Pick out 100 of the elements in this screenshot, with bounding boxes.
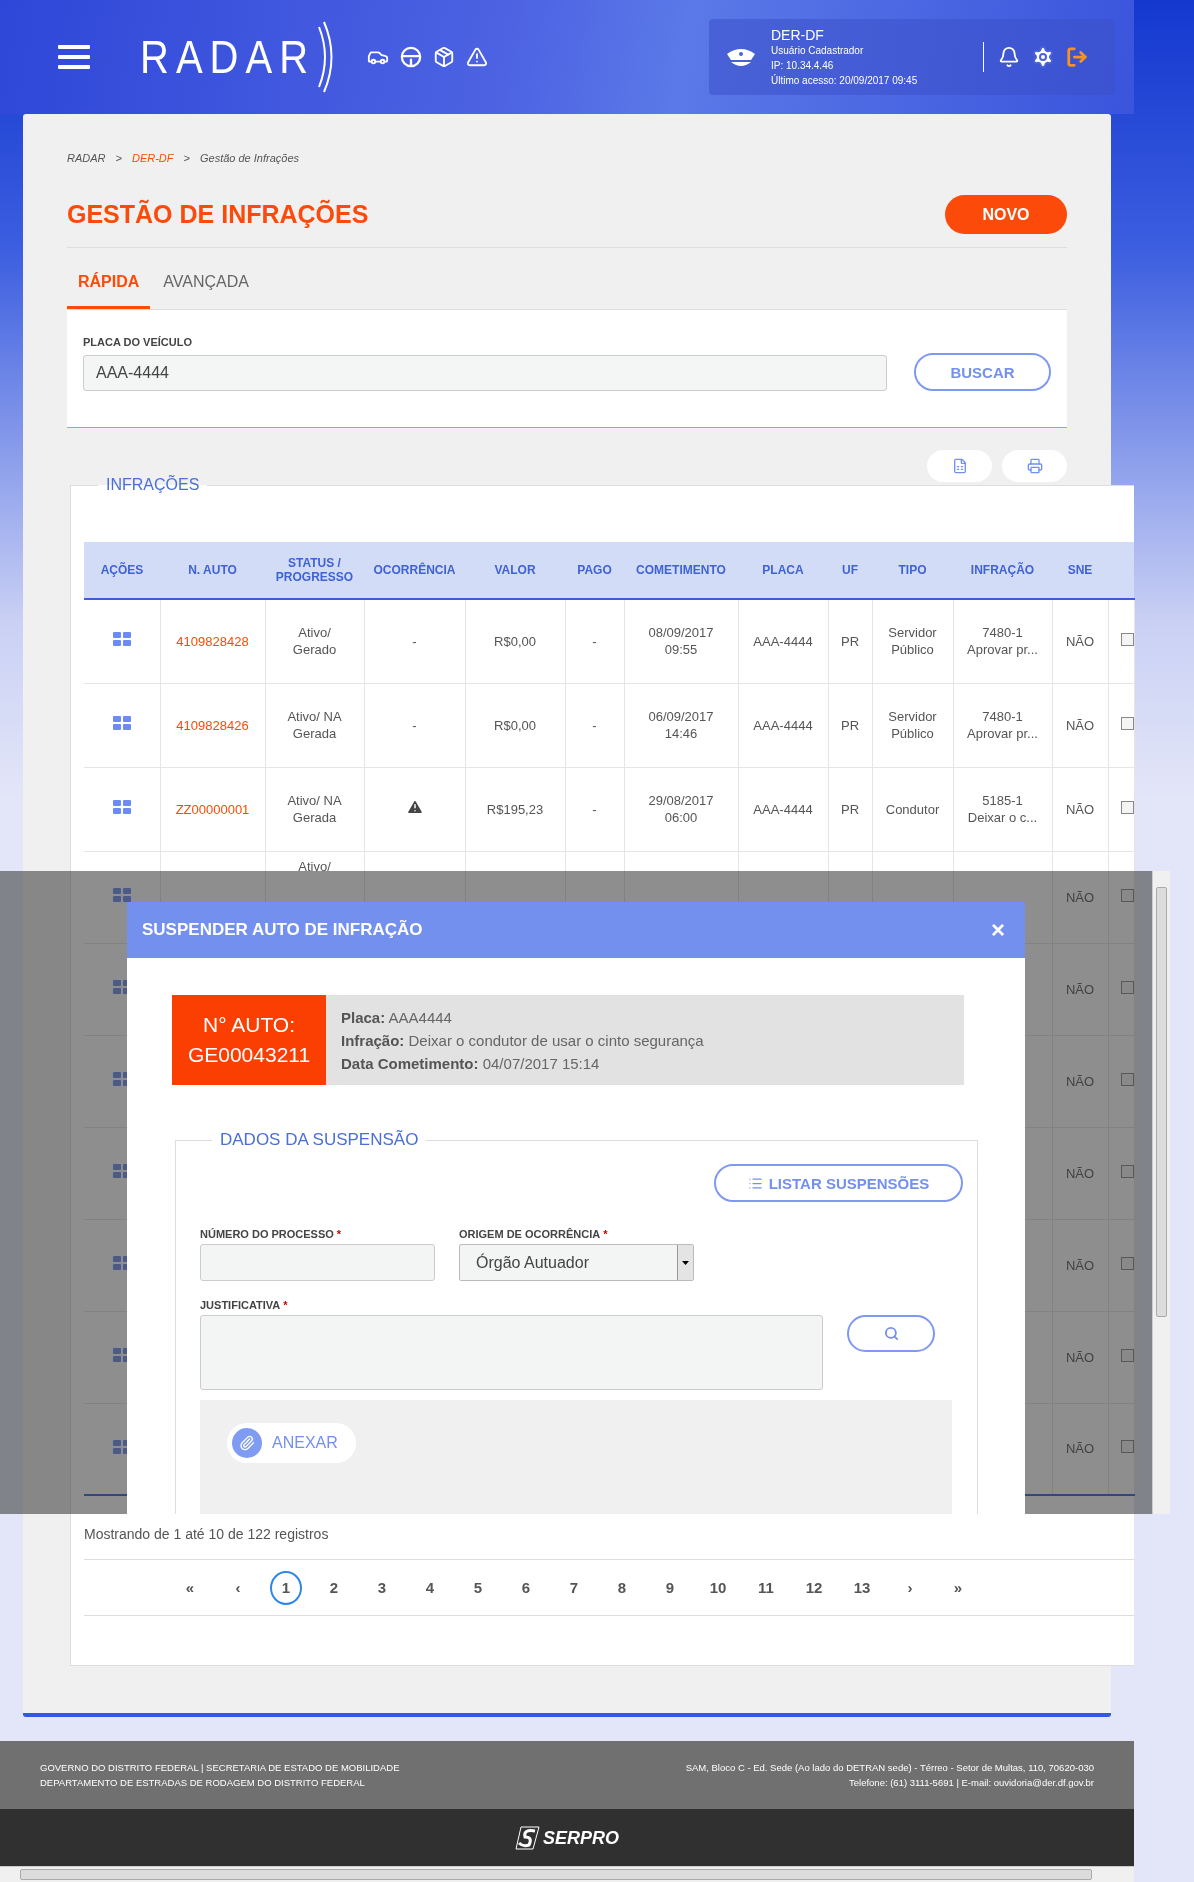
- page-button[interactable]: 11: [744, 1570, 788, 1605]
- page-button[interactable]: 6: [504, 1570, 548, 1605]
- table-cell-text: NÃO: [1065, 1165, 1095, 1181]
- org-name: DER-DF: [771, 26, 825, 43]
- row-checkbox[interactable]: [1120, 1072, 1134, 1086]
- table-cell-text: Ativo/ Gerado: [292, 625, 337, 658]
- detail-line: Data Cometimento: 04/07/2017 15:14: [341, 1053, 601, 1074]
- field-label: ORIGEM DE OCORRÊNCIA *: [459, 1228, 609, 1240]
- table-cell-text: R$0,00: [494, 717, 536, 733]
- table-cell-text: AAA-4444: [753, 801, 813, 817]
- table-cell-text: NÃO: [1065, 1257, 1095, 1273]
- detail-line: Placa: AAA4444: [341, 1007, 453, 1028]
- column-header: N. AUTO: [160, 542, 265, 599]
- row-checkbox[interactable]: [1120, 1440, 1134, 1454]
- table-cell-text: NÃO: [1065, 889, 1095, 905]
- page-button[interactable]: 12: [792, 1570, 836, 1605]
- origin-select[interactable]: Órgão Autuador: [459, 1244, 694, 1281]
- last-page-button[interactable]: »: [936, 1570, 980, 1605]
- row-checkbox[interactable]: [1120, 1164, 1134, 1178]
- table-cell-text: -: [412, 633, 417, 649]
- paperclip-icon: [232, 1428, 262, 1458]
- page-button[interactable]: 4: [408, 1570, 452, 1605]
- row-checkbox[interactable]: [1120, 716, 1134, 730]
- section-legend: INFRAÇÕES: [98, 476, 208, 494]
- table-cell-text: Servidor Público: [888, 709, 937, 741]
- page-button[interactable]: 10: [696, 1570, 740, 1605]
- field-label: JUSTIFICATIVA *: [200, 1299, 289, 1311]
- logout-icon[interactable]: [1066, 46, 1088, 68]
- row-checkbox[interactable]: [1120, 888, 1134, 902]
- process-number-field[interactable]: [200, 1244, 435, 1281]
- table-cell-text: NÃO: [1065, 1073, 1095, 1089]
- actions-grid-icon[interactable]: [112, 800, 131, 814]
- table-cell-text: 06/09/2017 14:46: [648, 709, 714, 741]
- vertical-scrollbar[interactable]: [1152, 871, 1170, 1514]
- export-spreadsheet-button[interactable]: [927, 450, 992, 482]
- page-button[interactable]: 8: [600, 1570, 644, 1605]
- search-button[interactable]: [847, 1315, 935, 1352]
- dialog-title: SUSPENDER AUTO DE INFRAÇÃO: [142, 920, 423, 940]
- search-icon: [883, 1326, 899, 1341]
- notification-bell-icon[interactable]: [998, 46, 1020, 68]
- tab[interactable]: AVANÇADA: [152, 273, 260, 309]
- table-cell-text: R$0,00: [494, 633, 536, 649]
- table-cell-text: -: [592, 633, 597, 649]
- first-page-button[interactable]: «: [168, 1570, 212, 1605]
- ip-address: IP: 10.34.4.46: [771, 58, 835, 73]
- user-role: Usuário Cadastrador: [771, 43, 865, 58]
- table-cell-text: -: [592, 801, 597, 817]
- table-cell-text: NÃO: [1065, 801, 1095, 817]
- row-checkbox[interactable]: [1120, 800, 1134, 814]
- column-header: VALOR: [465, 542, 565, 599]
- auto-number-link[interactable]: 4109828428: [176, 633, 249, 649]
- table-cell-text: PR: [840, 717, 860, 733]
- footer-text: SAM, Bloco C - Ed. Sede (Ao lado do DETRAN sede) - Térreo - Setor de Multas, 110, 70620-030: [685, 1761, 1094, 1775]
- table-cell-text: PR: [840, 801, 860, 817]
- actions-grid-icon[interactable]: [112, 716, 131, 730]
- column-header: PAGO: [565, 542, 624, 599]
- page-button[interactable]: 7: [552, 1570, 596, 1605]
- previous-page-button[interactable]: ‹: [216, 1570, 260, 1605]
- column-header: TIPO: [872, 542, 953, 599]
- row-checkbox[interactable]: [1120, 632, 1134, 646]
- page-button[interactable]: 9: [648, 1570, 692, 1605]
- column-header: STATUS / PROGRESSO: [265, 542, 364, 599]
- box-icon[interactable]: [433, 46, 456, 68]
- row-checkbox[interactable]: [1120, 1256, 1134, 1270]
- table-cell-text: 08/09/2017 09:55: [648, 625, 714, 658]
- column-header: UF: [828, 542, 872, 599]
- list-icon: [747, 1175, 763, 1191]
- warning-icon[interactable]: [466, 46, 489, 68]
- row-checkbox[interactable]: [1120, 1348, 1134, 1362]
- section-legend: DADOS DA SUSPENSÃO: [212, 1130, 427, 1150]
- next-page-button[interactable]: ›: [888, 1570, 932, 1605]
- table-cell-text: NÃO: [1065, 1441, 1095, 1457]
- auto-number-link[interactable]: 4109828426: [176, 717, 249, 733]
- page-button[interactable]: 3: [360, 1570, 404, 1605]
- steering-wheel-icon[interactable]: [400, 46, 423, 68]
- row-checkbox[interactable]: [1120, 980, 1134, 994]
- breadcrumb-separator: >: [115, 152, 122, 164]
- column-header: SNE: [1052, 542, 1108, 599]
- page-button[interactable]: 13: [840, 1570, 884, 1605]
- menu-icon[interactable]: [58, 44, 90, 70]
- field-label: NÚMERO DO PROCESSO *: [200, 1228, 343, 1240]
- footer-text: Telefone: (61) 3111-5691 | E-mail: ouvidoria@der.df.gov.br: [849, 1776, 1094, 1790]
- settings-icon[interactable]: [1031, 45, 1055, 69]
- print-button[interactable]: [1002, 450, 1067, 482]
- table-cell-text: -: [412, 717, 417, 733]
- horizontal-scrollbar[interactable]: [0, 1866, 1134, 1882]
- table-cell-text: 29/08/2017 06:00: [648, 793, 714, 825]
- column-header: OCORRÊNCIA: [364, 542, 465, 599]
- column-header: PLACA: [738, 542, 828, 599]
- page-button[interactable]: 2: [312, 1570, 356, 1605]
- table-cell-text: NÃO: [1065, 1349, 1095, 1365]
- table-cell-text: 5185-1 Deixar o c...: [967, 793, 1038, 825]
- page-button[interactable]: 5: [456, 1570, 500, 1605]
- breadcrumb-item: RADAR: [67, 152, 106, 164]
- footer-text: DEPARTAMENTO DE ESTRADAS DE RODAGEM DO DISTRITO FEDERAL: [40, 1776, 365, 1790]
- column-header: INFRAÇÃO: [953, 542, 1052, 599]
- printer-icon: [1026, 458, 1043, 474]
- actions-grid-icon[interactable]: [112, 632, 131, 647]
- auto-number-link[interactable]: ZZ00000001: [175, 801, 250, 817]
- plate-input-field[interactable]: AAA-4444: [83, 355, 887, 391]
